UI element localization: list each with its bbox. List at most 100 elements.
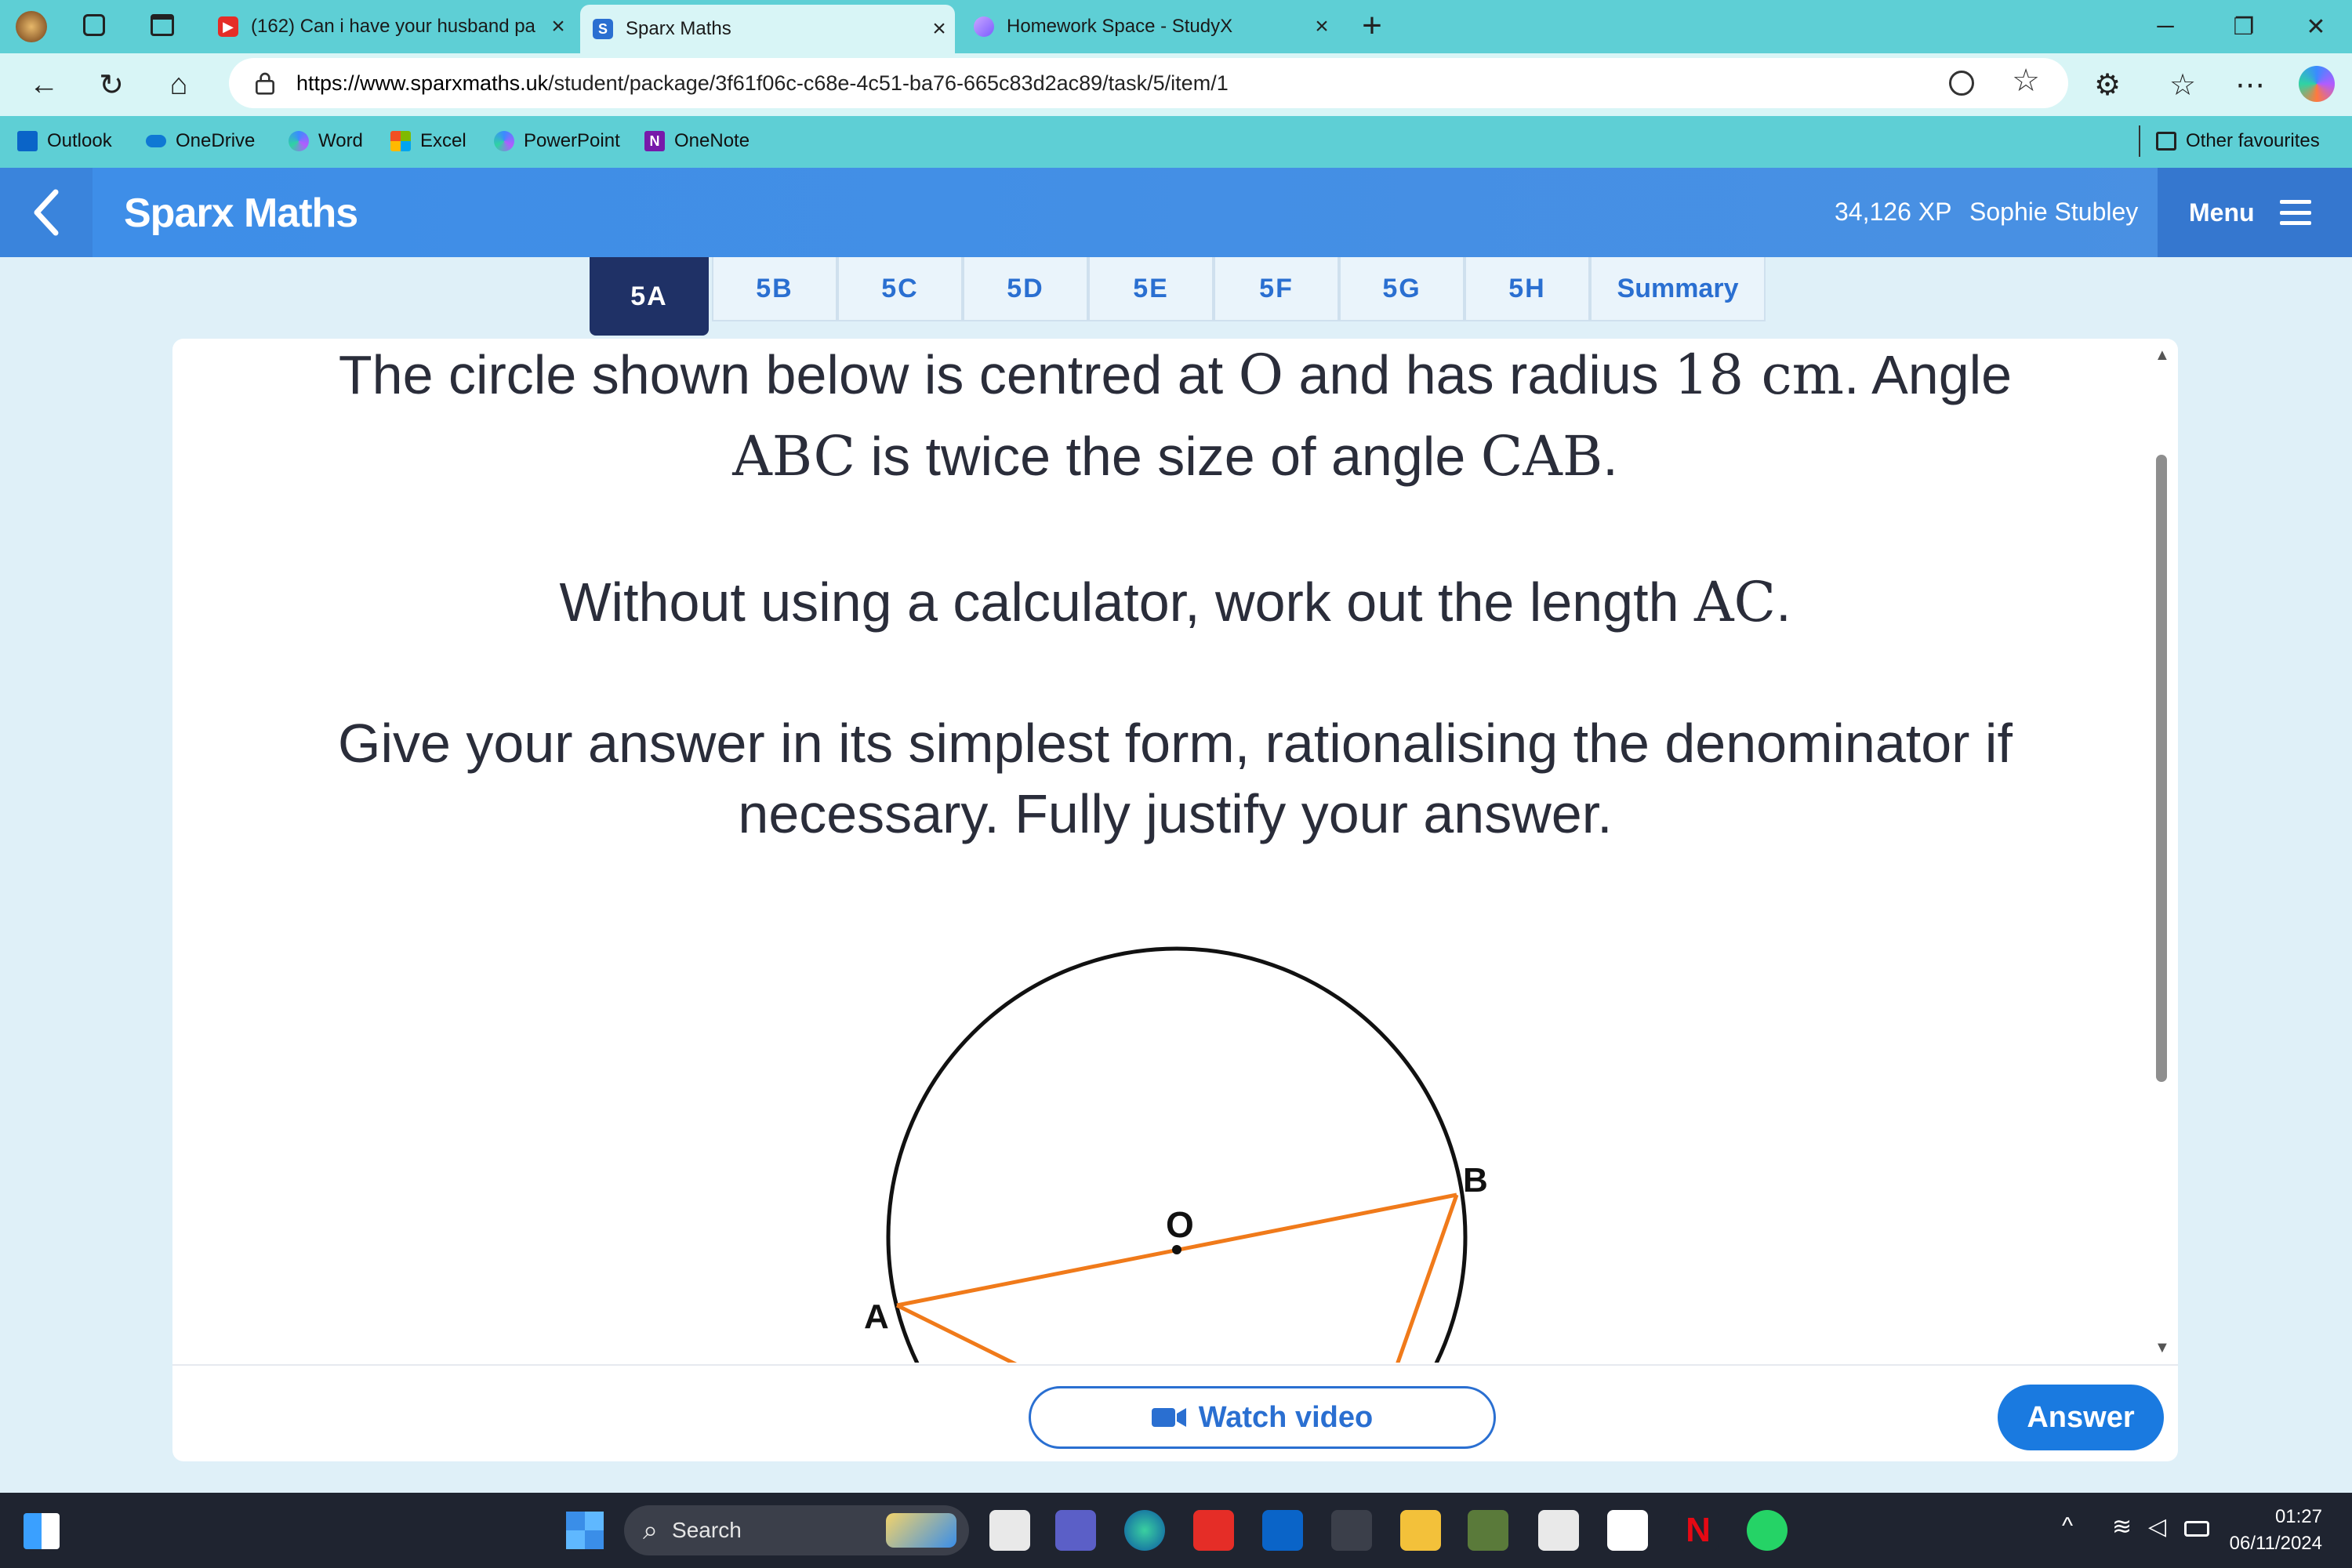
favourite-outlook[interactable]: Outlook — [17, 125, 112, 157]
whatsapp-icon[interactable] — [1747, 1510, 1788, 1551]
workspaces-icon[interactable] — [83, 14, 105, 36]
menu-label: Menu — [2189, 198, 2255, 227]
label-o: O — [1166, 1204, 1194, 1245]
tab-5g[interactable]: 5G — [1339, 257, 1465, 321]
answer-button[interactable]: Answer — [1998, 1385, 2164, 1450]
widgets-icon[interactable] — [24, 1513, 60, 1549]
favourite-label: Excel — [420, 130, 466, 151]
sparx-icon: S — [593, 19, 613, 39]
windows-taskbar: ⌕ Search N ^ ≋ ◁ 01:27 06/11/2024 — [0, 1493, 2352, 1568]
scroll-up-icon[interactable]: ▲ — [2154, 347, 2170, 365]
minecraft-icon[interactable] — [1468, 1510, 1508, 1551]
watch-video-button[interactable]: Watch video — [1029, 1386, 1496, 1449]
lock-icon — [256, 72, 274, 95]
tab-5a[interactable]: 5A — [590, 257, 709, 336]
youtube-icon: ▶ — [218, 16, 238, 37]
copilot-word-icon — [289, 131, 309, 151]
favourites-bar: Outlook OneDrive Word Excel PowerPoint N… — [0, 116, 2352, 166]
onedrive-icon — [146, 135, 166, 147]
tab-5h[interactable]: 5H — [1465, 257, 1590, 321]
hamburger-icon — [2279, 200, 2311, 225]
wifi-icon[interactable]: ≋ — [2112, 1513, 2132, 1541]
line-ac — [895, 1303, 1018, 1363]
favourite-onedrive[interactable]: OneDrive — [146, 125, 255, 157]
tab-youtube[interactable]: ▶ (162) Can i have your husband pa × — [205, 8, 574, 45]
tab-5c[interactable]: 5C — [837, 257, 963, 321]
copilot-powerpoint-icon — [494, 131, 514, 151]
favourite-label: Other favourites — [2186, 130, 2320, 151]
youtube-app-icon[interactable] — [1193, 1510, 1234, 1551]
tab-5e[interactable]: 5E — [1088, 257, 1214, 321]
profile-avatar[interactable] — [16, 11, 47, 42]
tab-5b[interactable]: 5B — [712, 257, 837, 321]
outlook-app-icon[interactable] — [1262, 1510, 1303, 1551]
favourite-label: OneNote — [674, 130, 750, 151]
minimize-icon[interactable]: ─ — [2134, 6, 2197, 47]
refresh-icon[interactable]: ↻ — [86, 60, 136, 110]
question-card: The circle shown below is centred at O a… — [172, 339, 2178, 1461]
battery-icon[interactable] — [2184, 1521, 2209, 1537]
home-icon[interactable]: ⌂ — [154, 60, 204, 110]
font-app-icon[interactable] — [1331, 1510, 1372, 1551]
chevron-left-icon — [34, 189, 59, 236]
clock-time: 01:27 — [2274, 1506, 2322, 1527]
other-favourites[interactable]: Other favourites — [2139, 125, 2320, 157]
task-view-icon[interactable] — [989, 1510, 1030, 1551]
tab-actions-icon[interactable] — [151, 14, 174, 36]
tab-summary[interactable]: Summary — [1590, 257, 1766, 321]
store-icon[interactable] — [1538, 1510, 1579, 1551]
outlook-icon — [17, 131, 38, 151]
close-window-icon[interactable]: ✕ — [2285, 6, 2347, 47]
clock-date: 06/11/2024 — [2229, 1533, 2322, 1554]
taskbar-clock[interactable]: 01:27 06/11/2024 — [2219, 1504, 2322, 1557]
label-a: A — [864, 1298, 889, 1336]
favourite-word[interactable]: Word — [289, 125, 363, 157]
onenote-icon: N — [644, 131, 665, 151]
folder-icon — [2156, 132, 2176, 151]
sparx-header: Sparx Maths 34,126 XP Sophie Stubley Men… — [0, 168, 2352, 257]
scrollbar-thumb[interactable] — [2156, 455, 2167, 1082]
video-camera-icon — [1151, 1408, 1186, 1427]
back-icon[interactable]: ← — [19, 60, 69, 110]
studyx-icon — [974, 16, 994, 37]
extensions-icon[interactable]: ⚙ — [2082, 60, 2132, 110]
chevron-up-icon[interactable]: ^ — [2062, 1513, 2073, 1540]
back-button[interactable] — [0, 168, 93, 257]
favourites-icon[interactable]: ☆ — [2158, 60, 2208, 110]
favourite-onenote[interactable]: N OneNote — [644, 125, 750, 157]
more-options-icon[interactable]: ⋯ — [2225, 60, 2275, 110]
scrollbar[interactable]: ▲ ▼ — [2150, 347, 2173, 1363]
file-explorer-icon[interactable] — [1400, 1510, 1441, 1551]
volume-icon[interactable]: ◁ — [2148, 1513, 2166, 1541]
tab-title: (162) Can i have your husband pa — [251, 16, 535, 37]
taskbar-search[interactable]: ⌕ Search — [624, 1505, 969, 1555]
tab-5f[interactable]: 5F — [1214, 257, 1339, 321]
restore-icon[interactable]: ❐ — [2212, 6, 2275, 47]
address-bar[interactable]: https://www.sparxmaths.uk/student/packag… — [229, 58, 2068, 108]
favourite-powerpoint[interactable]: PowerPoint — [494, 125, 620, 157]
tab-sparx-maths[interactable]: S Sparx Maths × — [580, 5, 955, 53]
tab-studyx[interactable]: Homework Space - StudyX × — [961, 8, 1338, 45]
centre-point — [1172, 1245, 1181, 1254]
tab-5d[interactable]: 5D — [963, 257, 1088, 321]
app-title: Sparx Maths — [124, 191, 358, 236]
new-tab-button[interactable]: + — [1350, 6, 1394, 47]
label-b: B — [1463, 1161, 1488, 1200]
copilot-icon[interactable] — [2299, 66, 2335, 102]
scroll-down-icon[interactable]: ▼ — [2154, 1339, 2170, 1357]
favourite-excel[interactable]: Excel — [390, 125, 466, 157]
user-name[interactable]: Sophie Stubley — [1969, 198, 2138, 227]
close-tab-icon[interactable]: × — [1306, 13, 1338, 40]
whiteboard-icon[interactable] — [1607, 1510, 1648, 1551]
close-tab-icon[interactable]: × — [543, 13, 574, 40]
favourite-star-icon[interactable]: ☆ — [2012, 63, 2040, 99]
edge-icon[interactable] — [1124, 1510, 1165, 1551]
teams-icon[interactable] — [1055, 1510, 1096, 1551]
close-tab-icon[interactable]: × — [924, 16, 955, 42]
favourite-label: Word — [318, 130, 363, 151]
search-highlight-icon — [886, 1513, 956, 1548]
netflix-icon[interactable]: N — [1678, 1510, 1719, 1551]
menu-button[interactable]: Menu — [2158, 168, 2352, 257]
reading-view-icon[interactable] — [1949, 71, 1974, 96]
start-windows-icon[interactable] — [566, 1512, 604, 1549]
